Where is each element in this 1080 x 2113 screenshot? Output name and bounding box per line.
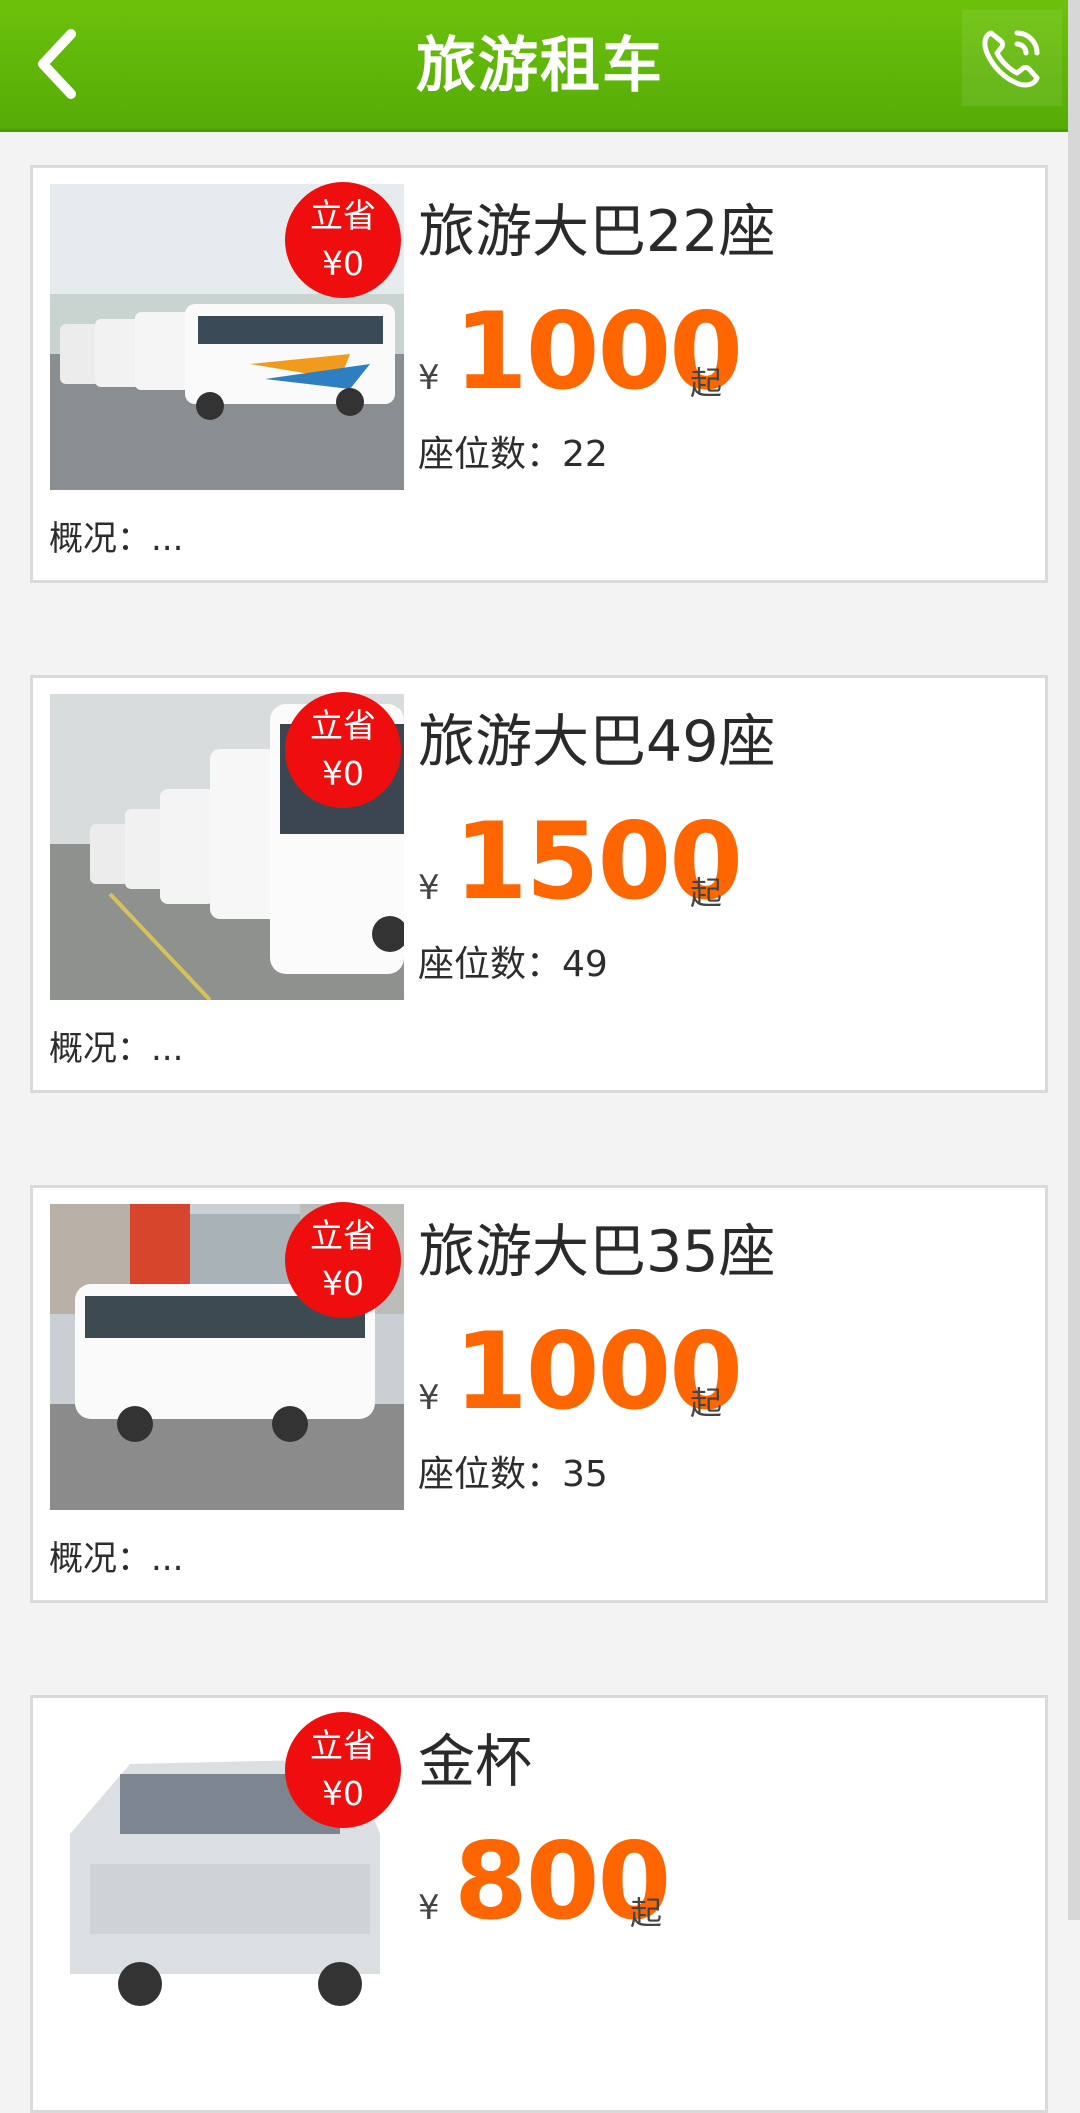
currency-symbol: ¥ xyxy=(418,358,440,398)
badge-amount: ¥0 xyxy=(322,1264,364,1303)
vehicle-name: 旅游大巴49座 xyxy=(418,709,776,775)
badge-amount: ¥0 xyxy=(322,754,364,793)
currency-symbol: ¥ xyxy=(418,1378,440,1418)
overview: 概况：... xyxy=(49,519,184,559)
vehicle-card[interactable]: 立省 ¥0 旅游大巴22座 ¥ 1000 起 座位数：22 概况：... xyxy=(30,165,1048,583)
price-suffix: 起 xyxy=(630,1894,663,1932)
price-suffix: 起 xyxy=(690,874,723,912)
badge-label: 立省 xyxy=(310,1216,376,1255)
vehicle-name: 金杯 xyxy=(418,1729,532,1795)
scrollbar[interactable] xyxy=(1068,0,1080,1920)
currency-symbol: ¥ xyxy=(418,1888,440,1928)
badge-label: 立省 xyxy=(310,706,376,745)
phone-call-icon xyxy=(982,30,1040,88)
overview: 概况：... xyxy=(49,1029,184,1069)
price-suffix: 起 xyxy=(690,364,723,402)
savings-badge: 立省 ¥0 xyxy=(285,182,401,298)
currency-symbol: ¥ xyxy=(418,868,440,908)
vehicle-name: 旅游大巴22座 xyxy=(418,199,776,265)
vehicle-name: 旅游大巴35座 xyxy=(418,1219,776,1285)
back-button[interactable] xyxy=(14,14,104,114)
vehicle-card[interactable]: 立省 ¥0 旅游大巴35座 ¥ 1000 起 座位数：35 概况：... xyxy=(30,1185,1048,1603)
vehicle-card[interactable]: 立省 ¥0 金杯 ¥ 800 起 xyxy=(30,1695,1048,2113)
savings-badge: 立省 ¥0 xyxy=(285,1712,401,1828)
badge-label: 立省 xyxy=(310,196,376,235)
seat-count: 座位数：49 xyxy=(418,944,608,985)
badge-amount: ¥0 xyxy=(322,244,364,283)
app-header: 旅游租车 xyxy=(0,0,1080,132)
savings-badge: 立省 ¥0 xyxy=(285,1202,401,1318)
chevron-left-icon xyxy=(38,29,76,99)
badge-label: 立省 xyxy=(310,1726,376,1765)
page-title: 旅游租车 xyxy=(416,31,664,101)
overview: 概况：... xyxy=(49,1539,184,1579)
vehicle-card[interactable]: 立省 ¥0 旅游大巴49座 ¥ 1500 起 座位数：49 概况：... xyxy=(30,675,1048,1093)
seat-count: 座位数：22 xyxy=(418,434,608,475)
price-suffix: 起 xyxy=(690,1384,723,1422)
phone-call-button[interactable] xyxy=(962,10,1062,106)
savings-badge: 立省 ¥0 xyxy=(285,692,401,808)
seat-count: 座位数：35 xyxy=(418,1454,608,1495)
badge-amount: ¥0 xyxy=(322,1774,364,1813)
